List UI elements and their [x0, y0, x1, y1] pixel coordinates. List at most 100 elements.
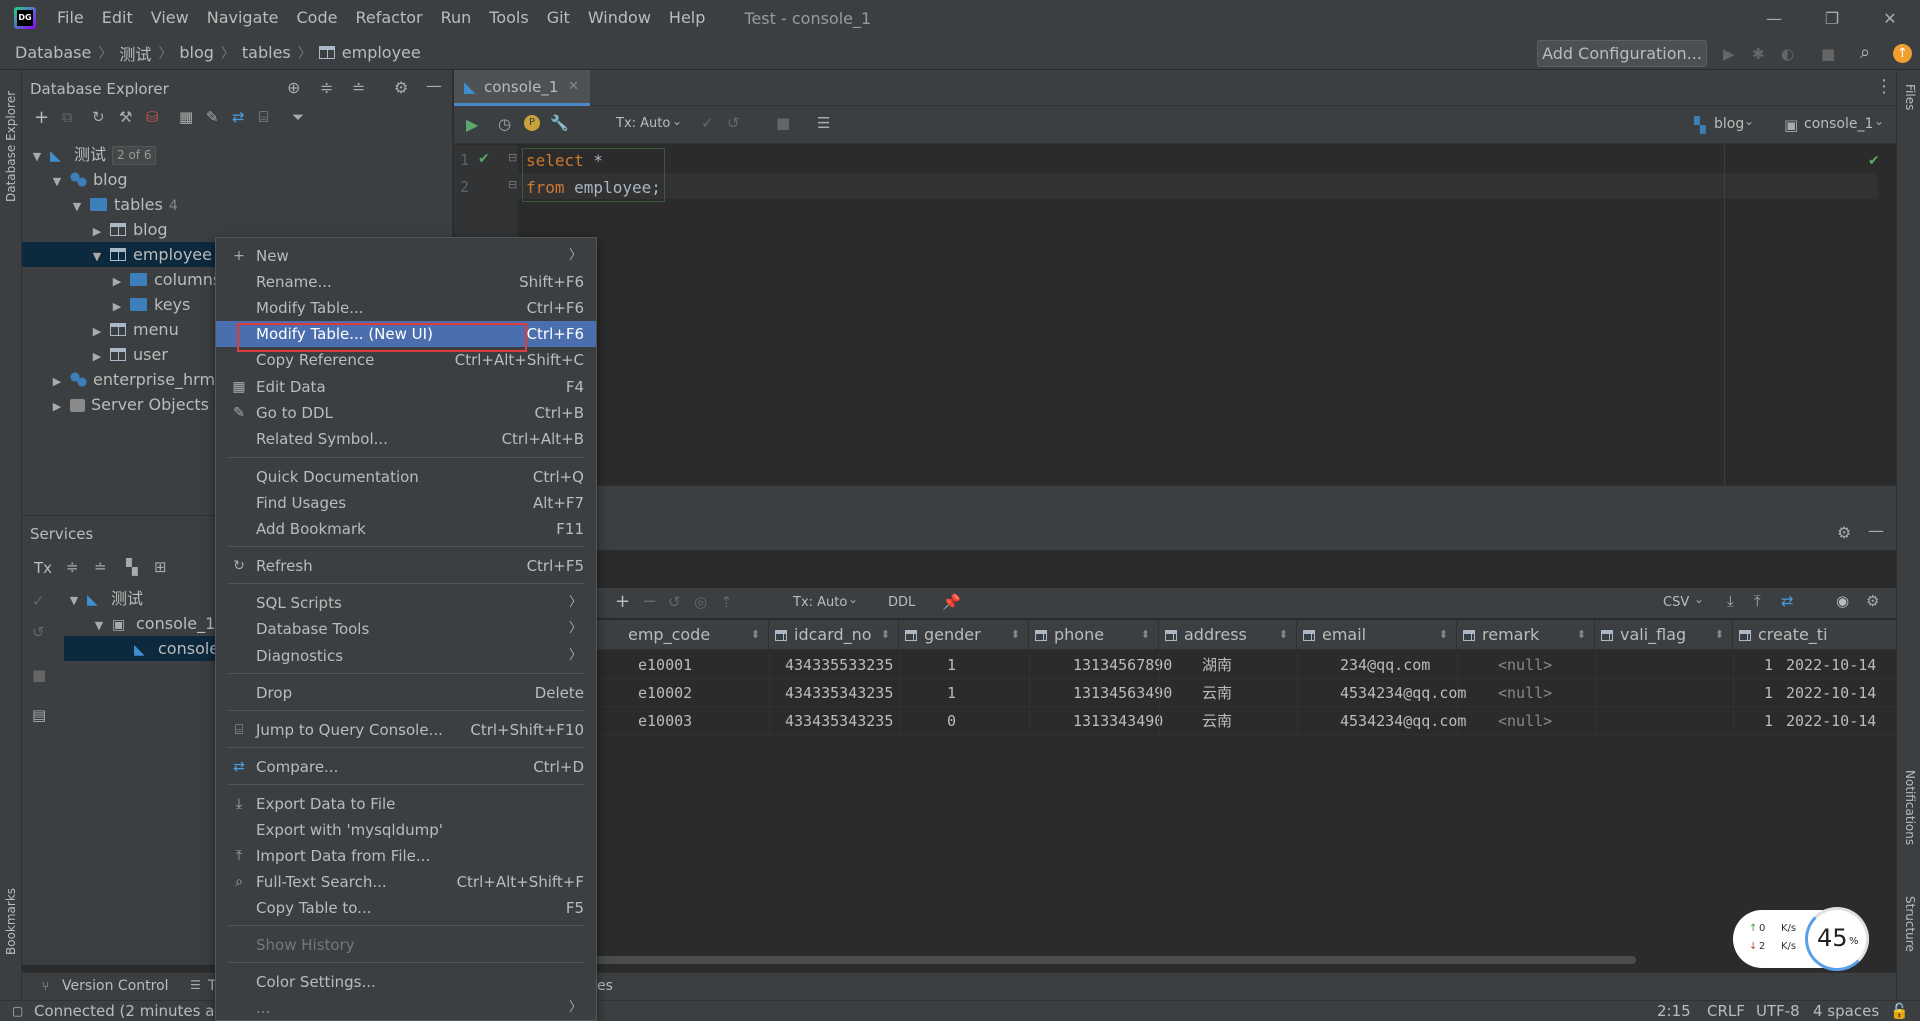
add-icon[interactable]: + [34, 107, 49, 128]
tab-console-1[interactable]: ◣ console_1 ✕ [454, 70, 590, 106]
column-header[interactable]: gender ⬍ [899, 620, 1029, 650]
disconnect-icon[interactable]: ⛁ [146, 108, 159, 126]
add-row-icon[interactable]: + [615, 591, 630, 612]
diagram-icon[interactable]: ⇄ [232, 108, 245, 126]
layout-icon[interactable]: ▤ [32, 706, 46, 724]
table-view-icon[interactable]: ▦ [179, 108, 193, 126]
collapse-all-icon[interactable]: ≐ [94, 558, 107, 576]
compare-icon[interactable]: ⇄ [1781, 592, 1794, 610]
history-icon[interactable]: ◷ [498, 115, 511, 133]
duplicate-icon[interactable]: ⧉ [62, 108, 73, 126]
tx-mode-dropdown[interactable]: Tx: Auto [616, 116, 670, 131]
commit-icon[interactable]: ✓ [32, 592, 45, 610]
menu-item-more[interactable]: ... 〉 [216, 995, 596, 1020]
add-configuration-button[interactable]: Add Configuration... [1537, 40, 1707, 67]
column-header[interactable]: address ⬍ [1159, 620, 1297, 650]
column-header[interactable]: vali_flag ⬍ [1595, 620, 1733, 650]
tree-server-objects[interactable]: ▶ Server Objects [50, 392, 209, 417]
menu-item-color-settings[interactable]: Color Settings... [216, 969, 596, 995]
menu-item-copy-table[interactable]: Copy Table to... F5 [216, 895, 596, 921]
menu-window[interactable]: Window [579, 0, 660, 36]
more-options-icon[interactable]: ⋮ [1875, 76, 1893, 97]
update-icon[interactable]: ↑ [1893, 44, 1912, 63]
crumb-connection[interactable]: 测试 [119, 41, 151, 65]
column-header[interactable]: create_ti [1733, 620, 1896, 650]
filter-icon[interactable]: ⏷ [292, 108, 304, 126]
menu-tools[interactable]: Tools [480, 0, 537, 36]
commit-icon[interactable]: ✓ [701, 114, 714, 132]
fold-icon[interactable]: ⊟ [508, 178, 517, 191]
column-header[interactable]: emp_code ⬍ [622, 620, 769, 650]
crumb-tables[interactable]: tables [242, 43, 291, 62]
tree-tables-folder[interactable]: ▼ tables 4 [70, 192, 178, 217]
preview-icon[interactable]: ◎ [694, 593, 707, 611]
bookmarks-side-tab[interactable]: Bookmarks [4, 860, 18, 955]
menu-item-quick-documentation[interactable]: Quick Documentation Ctrl+Q [216, 464, 596, 490]
close-tab-icon[interactable]: ✕ [568, 70, 579, 104]
export-format-dropdown[interactable]: CSV [1663, 595, 1689, 610]
delete-row-icon[interactable]: − [642, 591, 657, 612]
console-selector[interactable]: console_1 [1804, 116, 1873, 132]
menu-file[interactable]: File [48, 0, 93, 36]
minimize-icon[interactable]: — [1746, 0, 1802, 36]
stop-icon[interactable]: ■ [32, 666, 46, 684]
download-icon[interactable]: ⤓ [1727, 592, 1734, 610]
tree-keys-folder[interactable]: ▶ keys [110, 292, 191, 317]
menu-git[interactable]: Git [538, 0, 579, 36]
crumb-database[interactable]: Database [15, 43, 91, 62]
tree-table-user[interactable]: ▶ user [90, 342, 168, 367]
files-side-tab[interactable]: Files [1903, 84, 1917, 110]
file-encoding[interactable]: UTF-8 [1756, 1001, 1800, 1021]
tree-schema-enterprise[interactable]: ▶ enterprise_hrm [50, 367, 215, 392]
horizontal-scrollbar[interactable] [596, 956, 1636, 964]
tree-table-menu[interactable]: ▶ menu [90, 317, 179, 342]
gear-icon[interactable]: ⚙ [1866, 592, 1879, 610]
ddl-button[interactable]: DDL [888, 595, 915, 610]
menu-item-sql-scripts[interactable]: SQL Scripts 〉 [216, 590, 596, 616]
version-control-tab[interactable]: Version Control [62, 978, 169, 994]
menu-item-import-data[interactable]: ⤒ Import Data from File... [216, 843, 596, 869]
expand-all-icon[interactable]: ≑ [320, 78, 333, 97]
menu-item-database-tools[interactable]: Database Tools 〉 [216, 616, 596, 642]
table-row[interactable]: e10002 434335343235 1 13134563490 云南 453… [596, 679, 1896, 707]
pin-icon[interactable]: 📌 [942, 593, 961, 611]
settings-wrench-icon[interactable]: 🔧 [550, 114, 569, 132]
edit-icon[interactable]: ✎ [206, 108, 219, 126]
restore-icon[interactable]: ❐ [1804, 0, 1860, 36]
menu-item-go-to-ddl[interactable]: ✎ Go to DDL Ctrl+B [216, 400, 596, 426]
new-service-icon[interactable]: ⊞ [154, 558, 167, 576]
hide-icon[interactable]: — [426, 76, 442, 95]
menu-item-refresh[interactable]: ↻ Refresh Ctrl+F5 [216, 553, 596, 579]
menu-item-related-symbol[interactable]: Related Symbol... Ctrl+Alt+B [216, 426, 596, 452]
menu-help[interactable]: Help [660, 0, 714, 36]
tree-table-blog[interactable]: ▶ blog [90, 217, 168, 242]
fold-icon[interactable]: ⊟ [508, 151, 517, 164]
crumb-employee[interactable]: employee [342, 43, 421, 62]
schema-settings-icon[interactable]: ⚒ [119, 108, 132, 126]
column-header[interactable]: remark ⬍ [1457, 620, 1595, 650]
cursor-position[interactable]: 2:15 [1657, 1001, 1691, 1021]
indent-setting[interactable]: 4 spaces [1813, 1001, 1879, 1021]
line-separator[interactable]: CRLF [1707, 1001, 1745, 1021]
tx-mode-dropdown[interactable]: Tx: Auto [793, 595, 847, 610]
menu-item-diagnostics[interactable]: Diagnostics 〉 [216, 643, 596, 669]
output-layout-icon[interactable]: ☰ [817, 114, 830, 132]
crumb-schema[interactable]: blog [179, 43, 214, 62]
column-header[interactable]: idcard_no ⬍ [769, 620, 899, 650]
close-icon[interactable]: ✕ [1862, 0, 1918, 36]
menu-edit[interactable]: Edit [93, 0, 142, 36]
menu-item-jump-to-console[interactable]: ⌸ Jump to Query Console... Ctrl+Shift+F10 [216, 717, 596, 743]
rollback-icon[interactable]: ↺ [32, 623, 45, 641]
tx-button[interactable]: Tx [34, 559, 52, 577]
submit-icon[interactable]: ⇡ [720, 593, 733, 611]
services-tree-console[interactable]: ▼ ▣ console_1 [92, 611, 216, 636]
stop-icon[interactable]: ■ [1821, 45, 1835, 63]
menu-item-rename[interactable]: Rename... Shift+F6 [216, 269, 596, 295]
upload-icon[interactable]: ⤒ [1754, 592, 1761, 610]
group-icon[interactable]: ▚ [126, 558, 138, 576]
menu-item-new[interactable]: + New 〉 [216, 243, 596, 269]
tree-schema-blog[interactable]: ▼ blog [50, 167, 128, 192]
debug-icon[interactable]: ✱ [1752, 45, 1765, 63]
structure-side-tab[interactable]: Structure [1903, 896, 1917, 952]
column-header[interactable]: email ⬍ [1297, 620, 1457, 650]
